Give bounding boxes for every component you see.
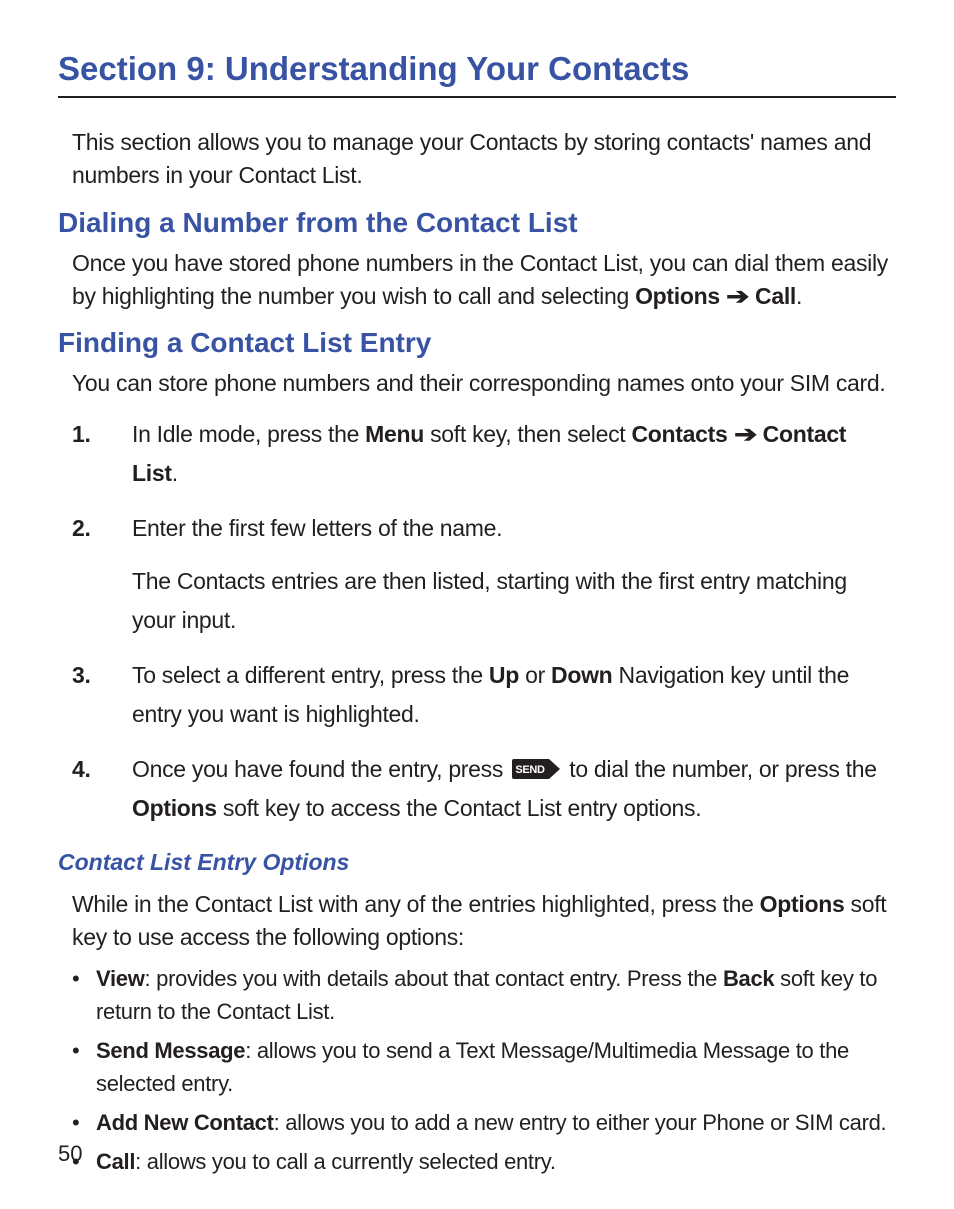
heading-dialing: Dialing a Number from the Contact List bbox=[58, 207, 896, 239]
contacts-label: Contacts bbox=[631, 421, 727, 447]
text: : allows you to call a currently selecte… bbox=[135, 1149, 556, 1174]
dialing-paragraph: Once you have stored phone numbers in th… bbox=[72, 247, 896, 314]
send-key-icon: SEND bbox=[511, 758, 561, 780]
arrow-icon: ➔ bbox=[726, 280, 749, 313]
title-rule bbox=[58, 96, 896, 98]
view-label: View bbox=[96, 966, 145, 991]
bullet-send-message: Send Message: allows you to send a Text … bbox=[72, 1034, 896, 1100]
section-title: Section 9: Understanding Your Contacts bbox=[58, 50, 896, 88]
text: soft key to access the Contact List entr… bbox=[217, 795, 702, 821]
options-intro: While in the Contact List with any of th… bbox=[72, 888, 896, 955]
text: Once you have found the entry, press bbox=[132, 756, 509, 782]
page: Section 9: Understanding Your Contacts T… bbox=[0, 0, 954, 1209]
call-label: Call bbox=[755, 283, 796, 309]
options-label: Options bbox=[635, 283, 720, 309]
step-2: Enter the first few letters of the name.… bbox=[72, 509, 896, 640]
send-message-label: Send Message bbox=[96, 1038, 245, 1063]
bullet-list: View: provides you with details about th… bbox=[72, 962, 896, 1178]
intro-paragraph: This section allows you to manage your C… bbox=[72, 126, 896, 193]
text: soft key, then select bbox=[424, 421, 631, 447]
text: . bbox=[172, 460, 178, 486]
text: To select a different entry, press the bbox=[132, 662, 489, 688]
down-label: Down bbox=[551, 662, 612, 688]
bullet-add-new-contact: Add New Contact: allows you to add a new… bbox=[72, 1106, 896, 1139]
step-1: In Idle mode, press the Menu soft key, t… bbox=[72, 415, 896, 493]
add-new-contact-label: Add New Contact bbox=[96, 1110, 274, 1135]
arrow-icon: ➔ bbox=[734, 415, 757, 454]
text: : allows you to add a new entry to eithe… bbox=[274, 1110, 887, 1135]
finding-intro: You can store phone numbers and their co… bbox=[72, 367, 896, 400]
options-label: Options bbox=[760, 891, 845, 917]
up-label: Up bbox=[489, 662, 519, 688]
text: Enter the first few letters of the name. bbox=[132, 515, 502, 541]
text: The Contacts entries are then listed, st… bbox=[132, 568, 847, 633]
bullet-call: Call: allows you to call a currently sel… bbox=[72, 1145, 896, 1178]
text: While in the Contact List with any of th… bbox=[72, 891, 760, 917]
text: . bbox=[796, 283, 802, 309]
page-number: 50 bbox=[58, 1141, 82, 1167]
bullet-view: View: provides you with details about th… bbox=[72, 962, 896, 1028]
back-label: Back bbox=[723, 966, 774, 991]
text: to dial the number, or press the bbox=[569, 756, 876, 782]
text: or bbox=[519, 662, 551, 688]
menu-label: Menu bbox=[365, 421, 424, 447]
step-3: To select a different entry, press the U… bbox=[72, 656, 896, 734]
steps-list: In Idle mode, press the Menu soft key, t… bbox=[72, 415, 896, 829]
heading-finding: Finding a Contact List Entry bbox=[58, 327, 896, 359]
svg-text:SEND: SEND bbox=[515, 764, 545, 776]
options-label: Options bbox=[132, 795, 217, 821]
text: In Idle mode, press the bbox=[132, 421, 365, 447]
call-label: Call bbox=[96, 1149, 135, 1174]
heading-options: Contact List Entry Options bbox=[58, 849, 896, 876]
step-4: Once you have found the entry, press SEN… bbox=[72, 750, 896, 828]
text: : provides you with details about that c… bbox=[145, 966, 723, 991]
